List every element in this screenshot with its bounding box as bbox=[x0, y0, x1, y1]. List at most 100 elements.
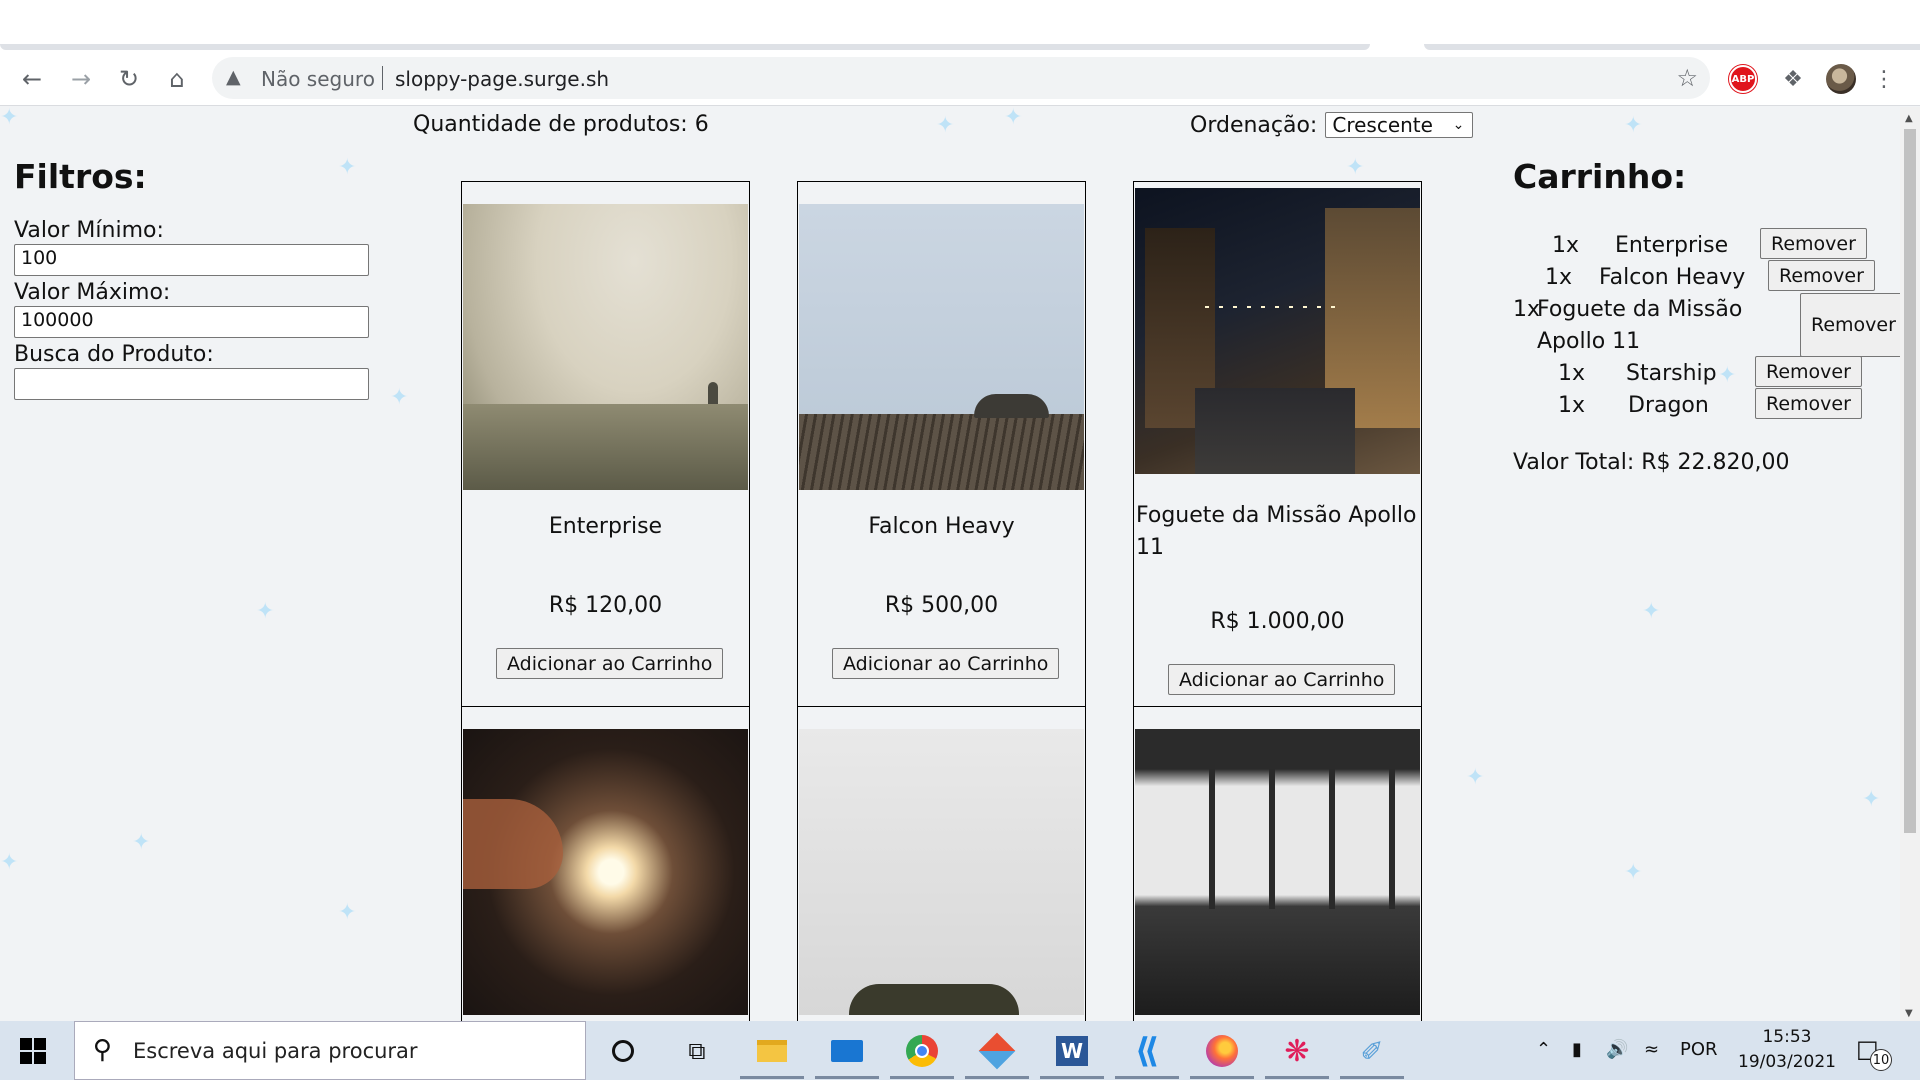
remove-button[interactable]: Remover bbox=[1755, 356, 1862, 387]
profile-avatar[interactable] bbox=[1826, 64, 1856, 94]
product-card bbox=[1133, 706, 1422, 1021]
remove-button[interactable]: Remover bbox=[1755, 388, 1862, 419]
product-card: Falcon Heavy R$ 500,00 Adicionar ao Carr… bbox=[797, 181, 1086, 707]
system-clock[interactable]: 15:53 19/03/2021 bbox=[1738, 1025, 1836, 1075]
home-icon[interactable]: ⌂ bbox=[162, 64, 192, 94]
show-hidden-icons-icon[interactable]: ⌃ bbox=[1536, 1039, 1551, 1060]
taskbar: ⚲ Escreva aqui para procurar ⧉ W ⟪ ❋ ✐ ⌃… bbox=[0, 1021, 1920, 1080]
min-value-label: Valor Mínimo: bbox=[14, 218, 164, 243]
git-icon[interactable] bbox=[965, 1031, 1029, 1079]
warning-icon: ▲ bbox=[226, 66, 241, 88]
cart-item-name: Foguete da Missão bbox=[1537, 297, 1743, 322]
volume-icon[interactable]: 🔊 bbox=[1606, 1039, 1628, 1060]
scroll-down-icon[interactable]: ▼ bbox=[1905, 1008, 1913, 1019]
clock-time: 15:53 bbox=[1762, 1027, 1812, 1047]
hill bbox=[463, 404, 748, 490]
max-value-label: Valor Máximo: bbox=[14, 280, 171, 305]
windows-start-icon[interactable] bbox=[20, 1038, 46, 1064]
product-card bbox=[461, 706, 750, 1021]
street bbox=[1195, 388, 1355, 474]
search-label: Busca do Produto: bbox=[14, 342, 214, 367]
product-card: Enterprise R$ 120,00 Adicionar ao Carrin… bbox=[461, 181, 750, 707]
mail-icon[interactable] bbox=[815, 1031, 879, 1079]
sparkle-decoration: ✦ bbox=[390, 385, 409, 410]
add-to-cart-button[interactable]: Adicionar ao Carrinho bbox=[1168, 664, 1396, 695]
tab-strip bbox=[0, 0, 1920, 51]
add-to-cart-button[interactable]: Adicionar ao Carrinho bbox=[496, 648, 724, 679]
sparkle-decoration: ✦ bbox=[1624, 860, 1643, 885]
cortana-icon[interactable] bbox=[603, 1031, 643, 1071]
address-separator bbox=[382, 66, 383, 90]
remove-button[interactable]: Remover bbox=[1800, 293, 1900, 357]
sparkle-decoration: ✦ bbox=[1346, 155, 1365, 180]
cart-item-qty: 1x bbox=[1558, 361, 1586, 386]
sparkle-decoration: ✦ bbox=[1624, 113, 1643, 138]
product-name: Falcon Heavy bbox=[868, 514, 1015, 539]
sparkle-decoration: ✦ bbox=[256, 599, 275, 624]
file-explorer-icon[interactable] bbox=[740, 1031, 804, 1079]
taskbar-search-placeholder: Escreva aqui para procurar bbox=[133, 1039, 418, 1063]
window-frames bbox=[1155, 769, 1400, 909]
product-card: Foguete da Missão Apollo 11 R$ 1.000,00 … bbox=[1133, 181, 1422, 707]
cart-item-qty: 1x bbox=[1545, 265, 1573, 290]
product-image-night-street bbox=[1135, 188, 1420, 474]
cart-item-name: Falcon Heavy bbox=[1599, 265, 1746, 290]
tree-line bbox=[849, 984, 1019, 1015]
remove-button[interactable]: Remover bbox=[1760, 228, 1867, 259]
max-value-input[interactable]: 100000 bbox=[14, 306, 369, 338]
product-price: R$ 120,00 bbox=[548, 593, 663, 618]
scroll-up-icon[interactable]: ▲ bbox=[1905, 113, 1913, 124]
product-image-cafe-window bbox=[1135, 729, 1420, 1015]
filters-title: Filtros: bbox=[14, 157, 147, 196]
rock bbox=[974, 394, 1049, 418]
adblock-plus-icon[interactable]: ABP bbox=[1729, 65, 1757, 93]
sparkle-decoration: ✦ bbox=[0, 850, 19, 875]
page-scrollbar[interactable]: ▲ ▼ bbox=[1900, 107, 1920, 1021]
taskbar-search[interactable]: ⚲ Escreva aqui para procurar bbox=[74, 1021, 586, 1080]
bookmark-star-icon[interactable]: ☆ bbox=[1676, 64, 1698, 92]
product-image-foggy-hill bbox=[463, 204, 748, 490]
tab-strip-divider bbox=[0, 44, 1370, 50]
pier-planks bbox=[799, 414, 1084, 490]
min-value-input[interactable]: 100 bbox=[14, 244, 369, 276]
microphone-icon[interactable]: ▮ bbox=[1572, 1039, 1582, 1060]
reload-icon[interactable]: ↻ bbox=[114, 64, 144, 94]
vscode-icon[interactable]: ⟪ bbox=[1115, 1031, 1179, 1079]
search-icon: ⚲ bbox=[93, 1035, 113, 1065]
slack-icon[interactable]: ❋ bbox=[1265, 1031, 1329, 1079]
browser-menu-icon[interactable]: ⋮ bbox=[1872, 64, 1896, 94]
word-icon[interactable]: W bbox=[1040, 1031, 1104, 1079]
back-icon[interactable]: ← bbox=[17, 64, 47, 94]
product-image-sparkler bbox=[463, 729, 748, 1015]
language-indicator[interactable]: POR bbox=[1680, 1039, 1718, 1060]
task-view-icon[interactable]: ⧉ bbox=[677, 1031, 717, 1071]
cart-item-name: Dragon bbox=[1628, 393, 1709, 418]
extensions-puzzle-icon[interactable]: ❖ bbox=[1778, 64, 1808, 94]
product-card bbox=[797, 706, 1086, 1021]
forward-icon[interactable]: → bbox=[66, 64, 96, 94]
scrollbar-thumb[interactable] bbox=[1904, 129, 1916, 833]
sort-control: Ordenação: Crescente ⌄ bbox=[1190, 112, 1474, 138]
paint-icon[interactable]: ✐ bbox=[1340, 1031, 1404, 1079]
wifi-icon[interactable]: ≈ bbox=[1644, 1039, 1659, 1060]
sparkle-decoration: ✦ bbox=[0, 107, 19, 130]
chrome-icon[interactable] bbox=[890, 1031, 954, 1079]
sort-select[interactable]: Crescente ⌄ bbox=[1325, 112, 1474, 138]
browser-toolbar: ← → ↻ ⌂ ▲ Não seguro sloppy-page.surge.s… bbox=[0, 51, 1920, 106]
firefox-icon[interactable] bbox=[1190, 1031, 1254, 1079]
address-bar[interactable]: ▲ Não seguro sloppy-page.surge.sh ☆ bbox=[212, 57, 1710, 99]
cart-item-name: Starship bbox=[1626, 361, 1717, 386]
add-to-cart-button[interactable]: Adicionar ao Carrinho bbox=[832, 648, 1060, 679]
url-text[interactable]: sloppy-page.surge.sh bbox=[395, 67, 609, 91]
hand bbox=[463, 799, 563, 889]
product-name: Foguete da Missão Apollo 11 bbox=[1136, 503, 1417, 560]
product-image-misty-trees bbox=[799, 729, 1084, 1015]
product-search-input[interactable] bbox=[14, 368, 369, 400]
product-name: Enterprise bbox=[548, 514, 663, 539]
notifications-icon[interactable]: □ 10 bbox=[1856, 1035, 1892, 1071]
tab-strip-divider bbox=[1424, 44, 1920, 50]
chevron-down-icon: ⌄ bbox=[1452, 117, 1465, 133]
sparkle-decoration: ✦ bbox=[936, 113, 955, 138]
remove-button[interactable]: Remover bbox=[1768, 260, 1875, 291]
string-lights bbox=[1205, 306, 1345, 308]
